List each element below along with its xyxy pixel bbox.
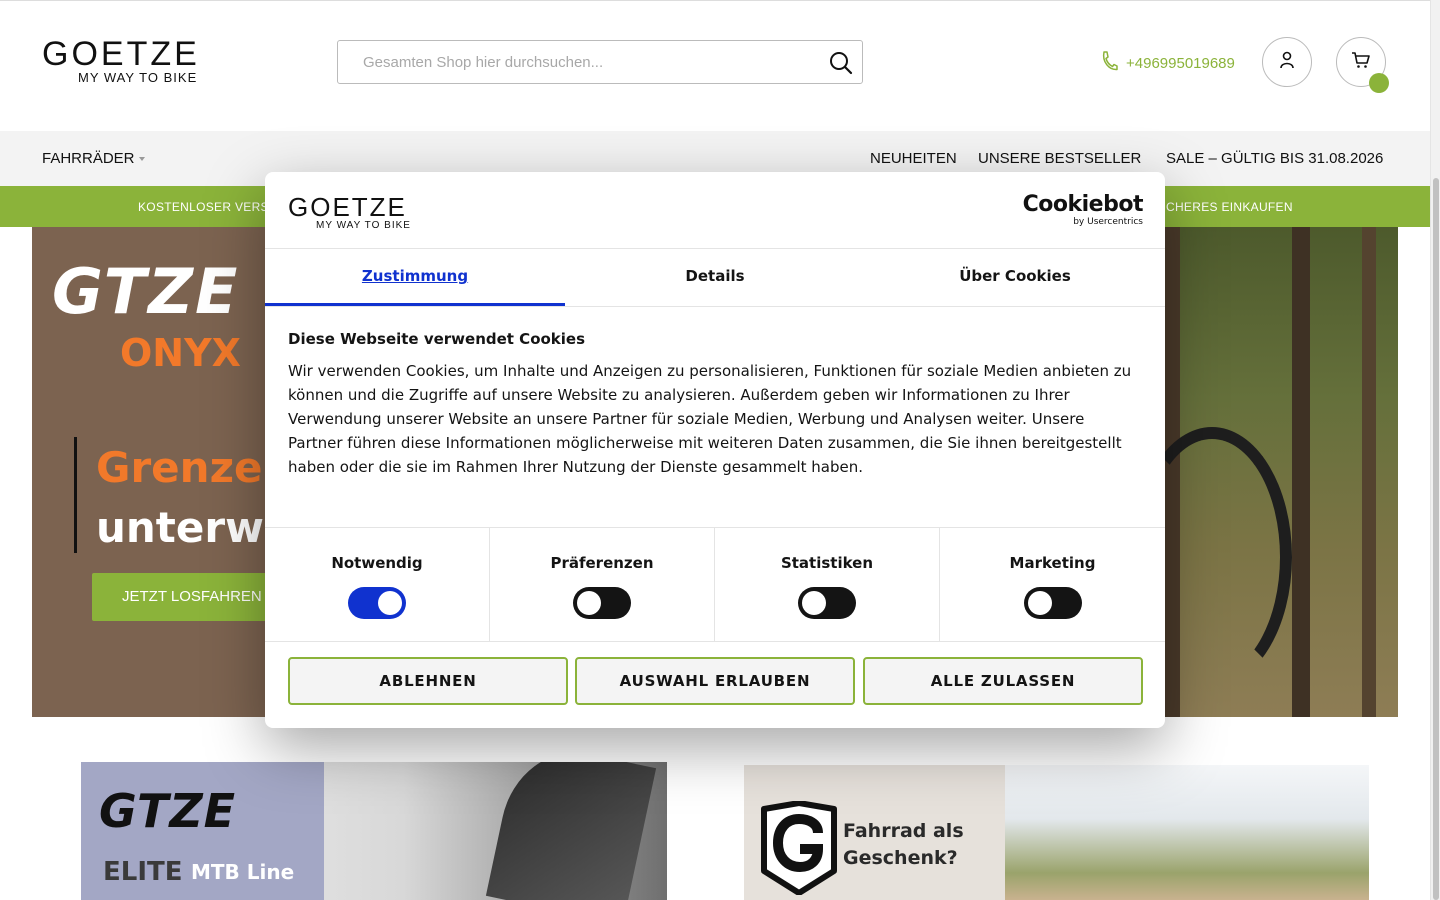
dialog-header: GOETZE MY WAY TO BIKE Cookiebot by Userc…	[265, 172, 1165, 249]
toggle-marketing[interactable]	[1023, 587, 1082, 619]
dialog-logo-tagline: MY WAY TO BIKE	[316, 220, 411, 231]
dialog-buttons: ABLEHNEN AUSWAHL ERLAUBEN ALLE ZULASSEN	[265, 642, 1165, 728]
dialog-logo-word: GOETZE	[288, 192, 407, 222]
active-tab-indicator	[265, 303, 565, 306]
allow-all-button[interactable]: ALLE ZULASSEN	[863, 657, 1143, 705]
toggle-necessary[interactable]	[348, 587, 406, 619]
dialog-logo: GOETZE MY WAY TO BIKE	[288, 194, 493, 246]
consent-categories: Notwendig Präferenzen Statistiken Market…	[265, 527, 1165, 642]
consent-label: Präferenzen	[550, 554, 654, 572]
toggle-preferences[interactable]	[573, 587, 631, 619]
consent-marketing: Marketing	[940, 528, 1165, 641]
dialog-description: Wir verwenden Cookies, um Inhalte und An…	[288, 362, 1132, 476]
reject-button[interactable]: ABLEHNEN	[288, 657, 568, 705]
toggle-knob	[1027, 591, 1052, 615]
tab-details[interactable]: Details	[565, 249, 865, 306]
consent-preferences: Präferenzen	[490, 528, 715, 641]
dialog-tabs: Zustimmung Details Über Cookies	[265, 249, 1165, 307]
tab-ueber-cookies[interactable]: Über Cookies	[865, 249, 1165, 306]
toggle-statistics[interactable]	[798, 587, 856, 619]
scrollbar-thumb[interactable]	[1433, 178, 1439, 900]
tab-zustimmung[interactable]: Zustimmung	[265, 249, 565, 306]
allow-selection-button[interactable]: AUSWAHL ERLAUBEN	[575, 657, 855, 705]
cookie-consent-dialog: GOETZE MY WAY TO BIKE Cookiebot by Userc…	[265, 172, 1165, 728]
dialog-body: Diese Webseite verwendet Cookies Wir ver…	[288, 330, 1138, 479]
page-scrollbar[interactable]	[1430, 0, 1440, 900]
consent-necessary: Notwendig	[265, 528, 490, 641]
toggle-knob	[802, 591, 826, 615]
toggle-knob	[378, 591, 402, 615]
toggle-knob	[577, 591, 601, 615]
consent-label: Statistiken	[780, 554, 874, 572]
consent-label: Notwendig	[331, 554, 423, 572]
cookiebot-by: by Usercentrics	[1073, 217, 1143, 227]
cookiebot-name: Cookiebot	[1022, 192, 1144, 217]
consent-statistics: Statistiken	[715, 528, 940, 641]
cookiebot-logo[interactable]: Cookiebot by Usercentrics	[1022, 192, 1144, 228]
dialog-title: Diese Webseite verwendet Cookies	[288, 330, 586, 348]
consent-label: Marketing	[1009, 554, 1096, 572]
